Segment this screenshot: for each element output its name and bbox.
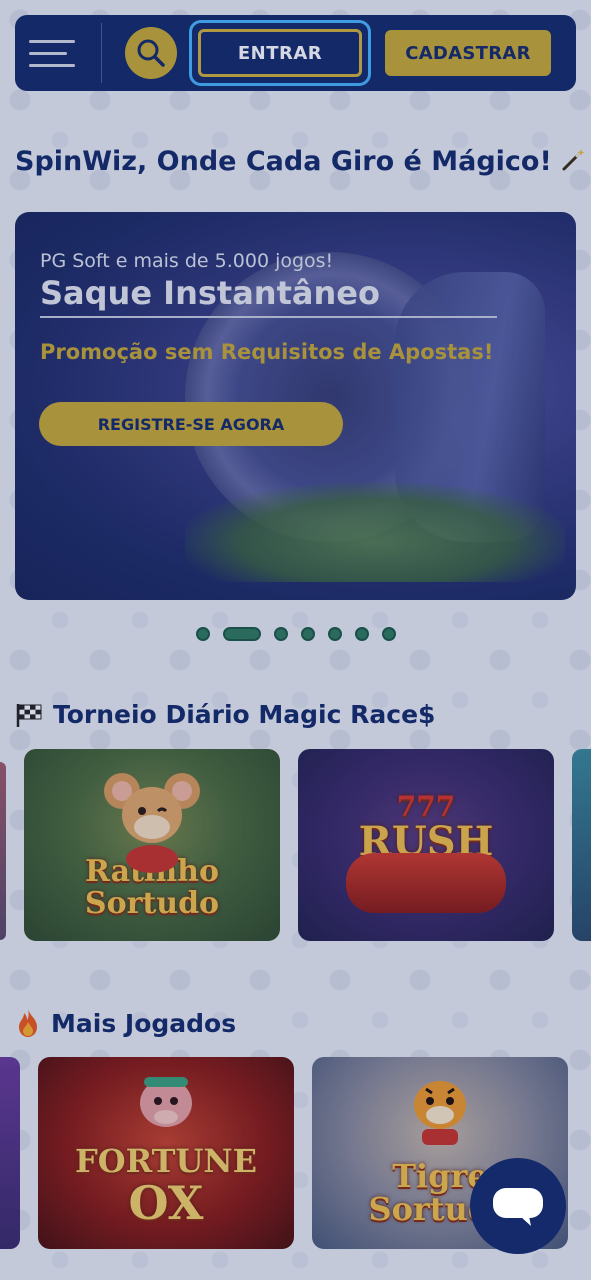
banner-divider — [40, 316, 497, 318]
headline-text: SpinWiz, Onde Cada Giro é Mágico! — [15, 146, 552, 177]
signup-button[interactable]: CADASTRAR — [385, 30, 551, 76]
fire-icon — [19, 1009, 37, 1037]
carousel-dot[interactable] — [222, 627, 261, 641]
chat-button[interactable] — [470, 1158, 566, 1254]
page-headline: SpinWiz, Onde Cada Giro é Mágico! — [15, 146, 585, 177]
carousel-dots — [0, 627, 591, 641]
search-button[interactable] — [125, 27, 177, 79]
game-title-line1: 777 — [396, 789, 456, 823]
carousel-dot[interactable] — [195, 627, 210, 641]
game-card-fortune-ox[interactable]: FORTUNE OX — [38, 1057, 294, 1249]
carousel-dot[interactable] — [327, 627, 342, 641]
checkered-flag-icon — [16, 703, 42, 727]
game-card-peek-left[interactable] — [0, 762, 6, 940]
login-button-label: ENTRAR — [198, 29, 362, 77]
game-title-line1: FORTUNE — [75, 1142, 257, 1181]
banner-subtitle: PG Soft e mais de 5.000 jogos! — [40, 250, 334, 272]
carousel-dot[interactable] — [300, 627, 315, 641]
mouse-character-icon — [104, 773, 200, 873]
carousel-dot[interactable] — [354, 627, 369, 641]
promo-banner[interactable]: PG Soft e mais de 5.000 jogos! Saque Ins… — [15, 212, 576, 600]
hamburger-menu-icon[interactable] — [29, 33, 87, 73]
ox-character-icon — [140, 1077, 192, 1127]
magic-wand-icon — [561, 149, 585, 176]
chat-bubble-icon — [493, 1188, 543, 1226]
game-card-ratinho-sortudo[interactable]: Ratinho Sortudo — [24, 749, 280, 941]
section-title-most-played: Mais Jogados — [15, 1008, 576, 1038]
game-card-peek-right[interactable] — [572, 749, 591, 941]
header-divider — [101, 23, 102, 83]
carousel-dot[interactable] — [381, 627, 396, 641]
money-pile-illustration — [185, 482, 565, 582]
game-title-line2: OX — [128, 1175, 204, 1230]
top-header: ENTRAR CADASTRAR — [15, 15, 576, 91]
game-title-line2: Sortudo — [84, 885, 220, 921]
game-card-peek-left[interactable] — [0, 1057, 20, 1249]
register-now-button[interactable]: REGISTRE-SE AGORA — [39, 402, 343, 446]
login-button[interactable]: ENTRAR — [189, 20, 371, 86]
tiger-character-icon — [414, 1081, 466, 1145]
carousel-dot[interactable] — [273, 627, 288, 641]
section-title-tournament: Torneio Diário Magic Race$ — [15, 700, 576, 729]
game-title: FORTUNE OX — [75, 1145, 257, 1227]
game-card-777-rush[interactable]: 777 RUSH — [298, 749, 554, 941]
section-title-text: Mais Jogados — [51, 1008, 237, 1038]
banner-promo-text: Promoção sem Requisitos de Apostas! — [40, 340, 494, 364]
slot-machine-illustration — [346, 853, 506, 913]
section-title-text: Torneio Diário Magic Race$ — [53, 700, 436, 729]
search-icon — [137, 39, 165, 67]
banner-title: Saque Instantâneo — [40, 274, 380, 312]
